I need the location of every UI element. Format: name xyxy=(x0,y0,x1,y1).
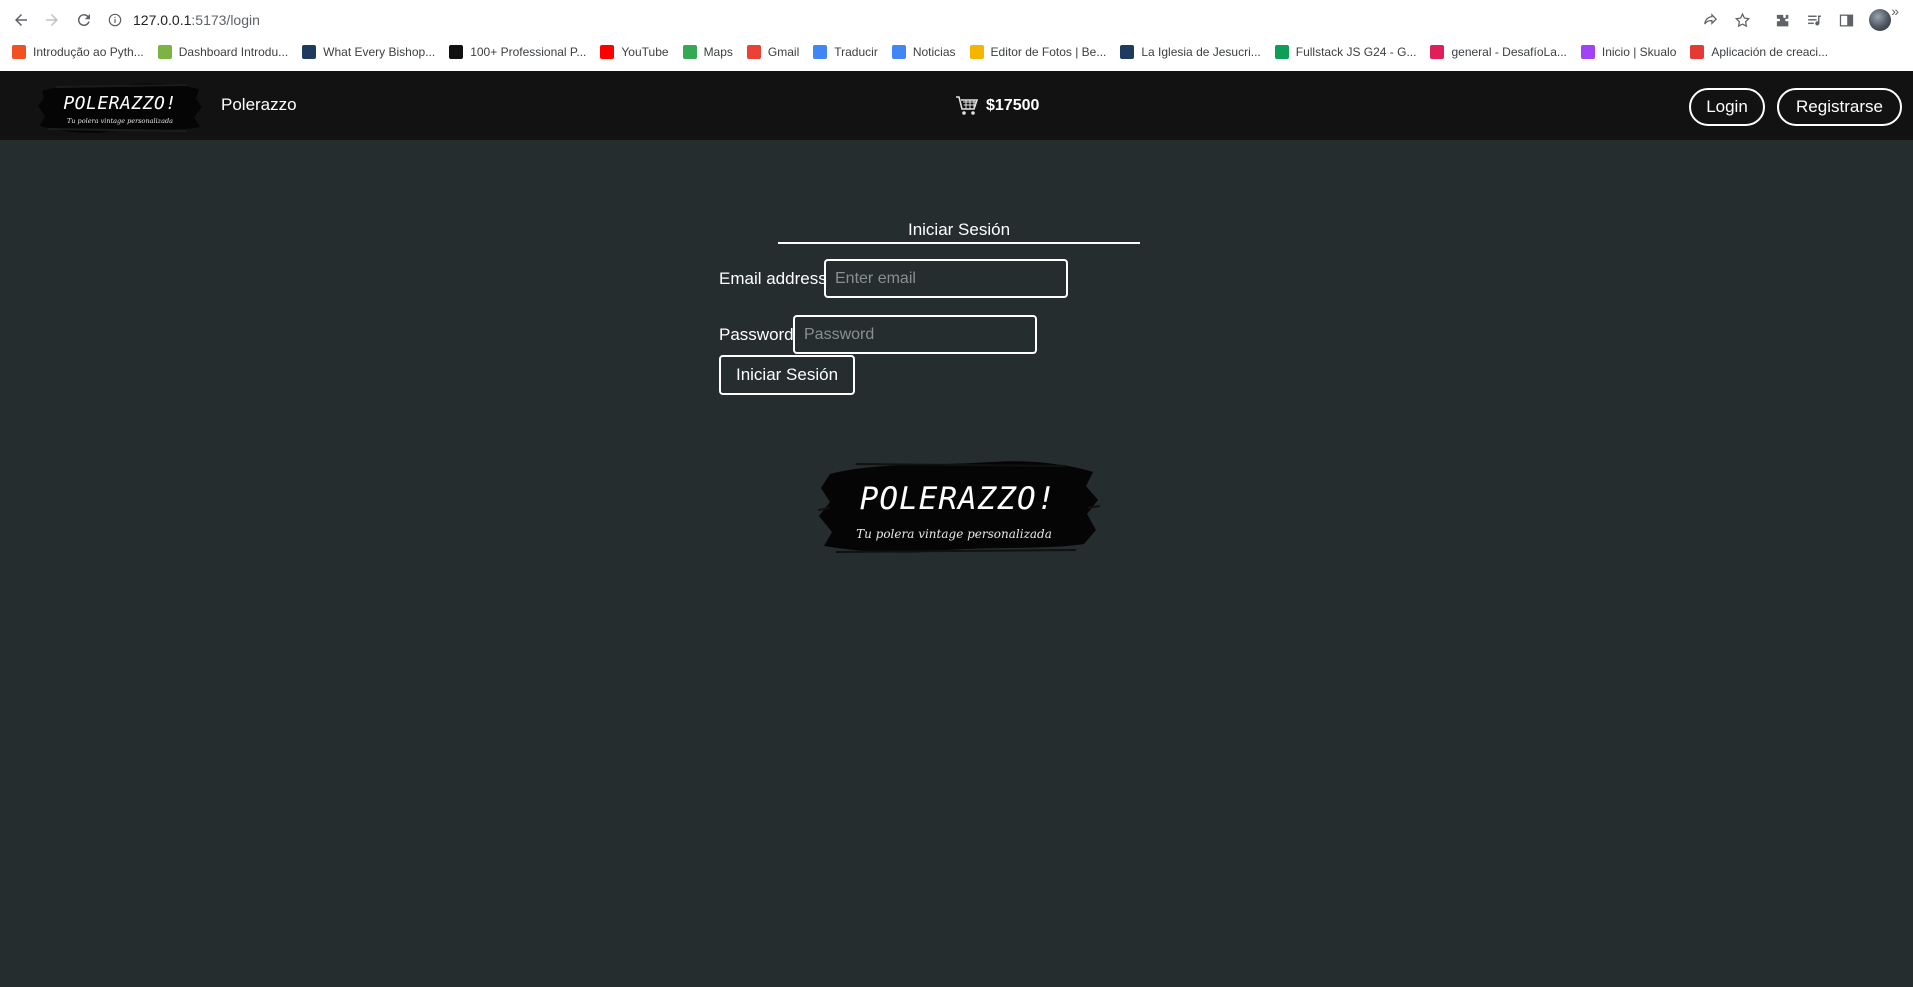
profile-avatar[interactable] xyxy=(1869,9,1891,31)
bookmark-item[interactable]: Aplicación de creaci... xyxy=(1690,45,1828,59)
bookmark-label: Dashboard Introdu... xyxy=(178,45,289,59)
logo-text: POLERAZZO! xyxy=(63,93,176,114)
bookmark-item[interactable]: Inicio | Skualo xyxy=(1580,45,1677,59)
site-info-icon[interactable] xyxy=(107,12,123,28)
side-panel-icon[interactable] xyxy=(1833,7,1859,33)
bookmark-label: Noticias xyxy=(912,45,956,59)
address-bar[interactable]: 127.0.0.1:5173/login xyxy=(107,6,1687,33)
canva-icon xyxy=(1690,45,1705,59)
bookmark-label: 100+ Professional P... xyxy=(470,45,587,59)
cart-summary[interactable]: $17500 xyxy=(955,95,1039,117)
url-path: :5173/login xyxy=(191,11,260,28)
bookmark-item[interactable]: What Every Bishop... xyxy=(302,45,435,59)
back-icon[interactable] xyxy=(9,8,33,32)
bookmark-label: Inicio | Skualo xyxy=(1601,45,1677,59)
bookmark-item[interactable]: La Iglesia de Jesucri... xyxy=(1120,45,1261,59)
polerazzo-footer-logo: POLERAZZO! Tu polera vintage personaliza… xyxy=(817,461,1101,553)
bookmark-label: general - DesafíoLa... xyxy=(1451,45,1567,59)
bookmark-label: Fullstack JS G24 - G... xyxy=(1295,45,1417,59)
bookmark-item[interactable]: 100+ Professional P... xyxy=(449,45,586,59)
bookmark-label: Gmail xyxy=(767,45,800,59)
bookmark-label: Traducir xyxy=(834,45,878,59)
bookmark-item[interactable]: Gmail xyxy=(746,45,800,59)
media-queue-icon[interactable] xyxy=(1801,7,1827,33)
email-field[interactable] xyxy=(824,259,1068,298)
bookmark-item[interactable]: YouTube xyxy=(600,45,669,59)
bookmark-item[interactable]: Maps xyxy=(682,45,733,59)
browser-chrome: 127.0.0.1:5173/login Introdução ao Pyth.… xyxy=(0,0,1913,71)
squares-icon xyxy=(449,45,464,59)
cart-icon xyxy=(956,96,979,115)
church-icon xyxy=(302,45,317,59)
bookmark-label: La Iglesia de Jesucri... xyxy=(1141,45,1261,59)
login-submit-button[interactable]: Iniciar Sesión xyxy=(719,355,855,395)
church-icon xyxy=(1120,45,1135,59)
bookmark-item[interactable]: Dashboard Introdu... xyxy=(157,45,289,59)
password-label: Password xyxy=(719,325,794,344)
youtube-icon xyxy=(600,45,615,59)
app-navbar: POLERAZZO! Tu polera vintage personaliza… xyxy=(0,71,1913,141)
password-field[interactable] xyxy=(793,315,1037,354)
bookmark-label: What Every Bishop... xyxy=(323,45,436,59)
forward-icon[interactable] xyxy=(40,8,64,32)
gmail-icon xyxy=(746,45,761,59)
bookmark-item[interactable]: Traducir xyxy=(813,45,878,59)
brand-name[interactable]: Polerazzo xyxy=(221,95,297,115)
toolbar-actions xyxy=(1691,7,1913,33)
footer-logo-text: POLERAZZO! xyxy=(860,481,1057,517)
bookmark-label: YouTube xyxy=(621,45,669,59)
bookmark-label: Maps xyxy=(703,45,733,59)
skualo-icon xyxy=(1580,45,1595,59)
news-icon xyxy=(891,45,906,59)
bookmark-item[interactable]: Fullstack JS G24 - G... xyxy=(1274,45,1417,59)
microsoft-icon xyxy=(12,45,26,59)
translate-icon xyxy=(813,45,828,59)
cart-total: $17500 xyxy=(986,97,1040,114)
extensions-icon[interactable] xyxy=(1769,7,1795,33)
register-button[interactable]: Registrarse xyxy=(1777,88,1902,126)
bookmark-item[interactable]: Noticias xyxy=(891,45,956,59)
polerazzo-logo[interactable]: POLERAZZO! Tu polera vintage personaliza… xyxy=(36,77,204,137)
bookmark-item[interactable]: general - DesafíoLa... xyxy=(1430,45,1567,59)
bookmark-label: Aplicación de creaci... xyxy=(1711,45,1829,59)
bookmark-item[interactable]: Editor de Fotos | Be... xyxy=(969,45,1107,59)
share-icon[interactable] xyxy=(1697,7,1723,33)
bookmark-label: Introdução ao Pyth... xyxy=(33,45,144,59)
dashboard-icon xyxy=(157,45,172,59)
star-icon[interactable] xyxy=(1729,7,1755,33)
login-button[interactable]: Login xyxy=(1689,88,1765,126)
login-form-title: Iniciar Sesión xyxy=(778,220,1140,244)
slack-icon xyxy=(1430,45,1445,59)
bookmarks-bar: Introdução ao Pyth... Dashboard Introdu..… xyxy=(0,39,1913,65)
url-host: 127.0.0.1 xyxy=(133,11,192,28)
reload-icon[interactable] xyxy=(72,8,96,32)
logo-tagline: Tu polera vintage personalizada xyxy=(67,117,173,125)
drive-icon xyxy=(1274,45,1289,59)
email-label: Email address xyxy=(719,269,827,288)
photo-editor-icon xyxy=(969,45,984,59)
footer-logo-tagline: Tu polera vintage personalizada xyxy=(856,527,1052,541)
bookmark-label: Editor de Fotos | Be... xyxy=(990,45,1107,59)
browser-toolbar: 127.0.0.1:5173/login xyxy=(0,0,1913,38)
maps-icon xyxy=(682,45,697,59)
bookmarks-overflow-icon[interactable]: » xyxy=(1891,3,1899,19)
url-text: 127.0.0.1:5173/login xyxy=(133,12,260,28)
bookmark-item[interactable]: Introdução ao Pyth... xyxy=(12,45,144,59)
